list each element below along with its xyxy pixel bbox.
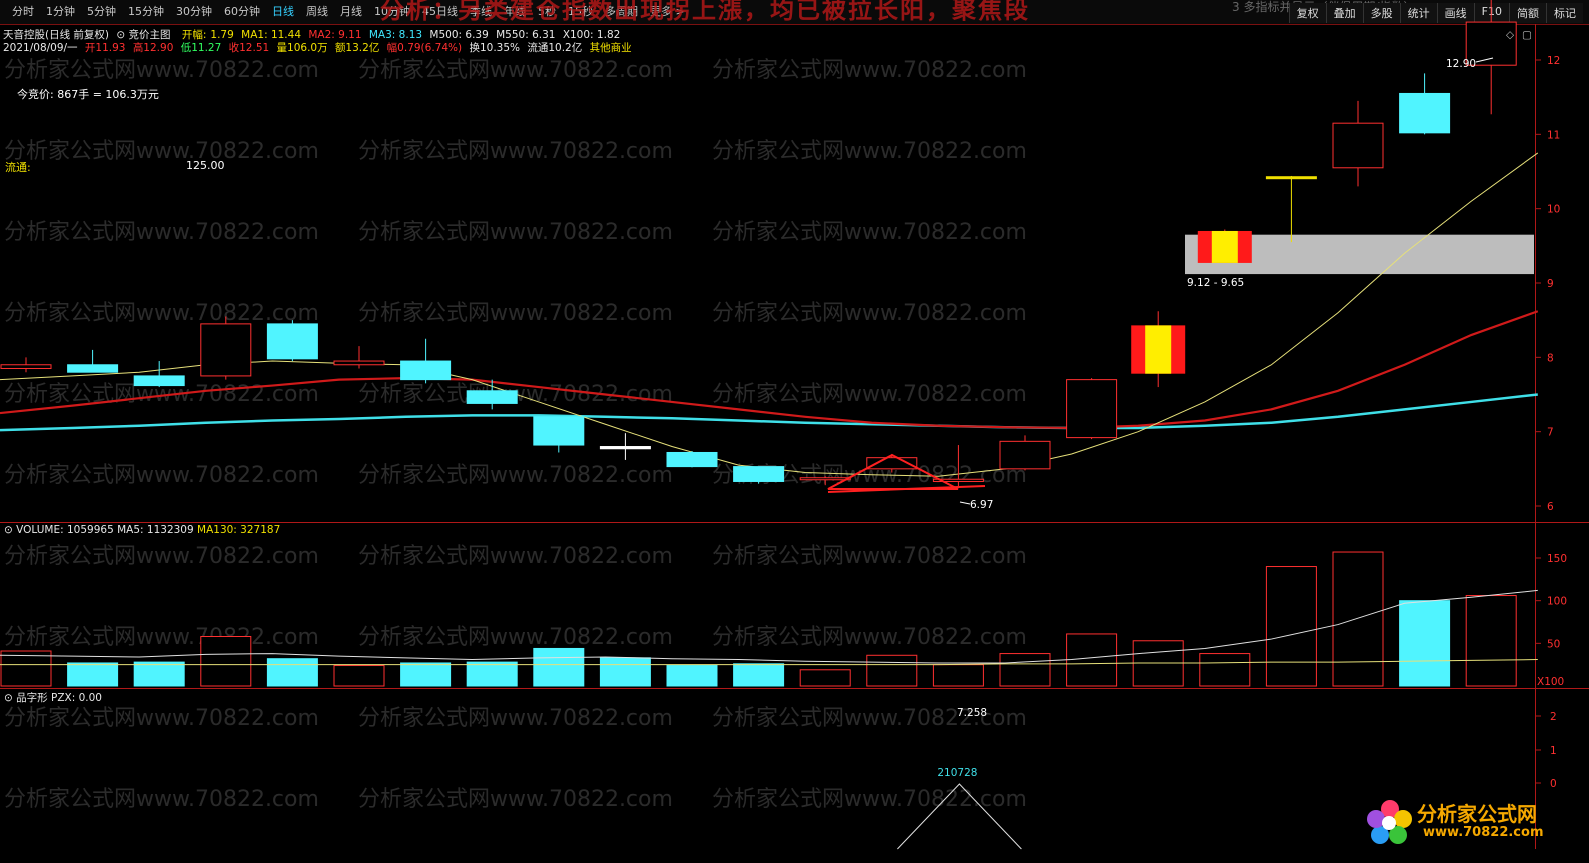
candle-body <box>67 364 119 373</box>
indicator-tick-label: 0 <box>1550 778 1557 790</box>
price-tick-label: 11 <box>1547 129 1560 141</box>
high-price-marker: 12.90 <box>1446 58 1476 70</box>
candle-body <box>599 446 651 450</box>
indicator-value-label: 7.258 <box>957 707 987 719</box>
candle-body <box>0 364 52 369</box>
candle-body <box>466 390 518 404</box>
volume-tick-label: 100 <box>1547 596 1567 608</box>
kline-chart[interactable]: 12111098769.12 - 9.6512.906.9715010050X1… <box>0 0 1589 863</box>
indicator-tick-label: 2 <box>1550 711 1557 723</box>
logo-title: 分析家公式网 <box>1417 802 1537 826</box>
volume-bar <box>333 665 385 687</box>
ma-yellow-line <box>0 152 1539 477</box>
volume-tick-label: 150 <box>1547 553 1567 565</box>
candle-body <box>533 416 585 446</box>
resistance-zone-label: 9.12 - 9.65 <box>1187 277 1244 289</box>
volume-bar <box>1332 551 1384 687</box>
price-tick-label: 9 <box>1547 278 1554 290</box>
volume-bar <box>533 647 585 687</box>
volume-bar <box>400 662 452 687</box>
candle-body <box>999 440 1051 470</box>
volume-bar <box>999 653 1051 687</box>
candle-body <box>133 375 185 387</box>
candle-body-center <box>1145 325 1172 374</box>
indicator-triangle-line <box>897 783 1022 850</box>
low-marker-arrow <box>959 501 971 505</box>
volume-bar <box>1465 595 1517 687</box>
volume-bar <box>133 661 185 687</box>
volume-bar <box>932 664 984 687</box>
low-price-marker: 6.97 <box>970 499 993 511</box>
indicator-tick-label: 1 <box>1550 745 1557 757</box>
price-tick-label: 10 <box>1547 204 1560 216</box>
price-tick-label: 8 <box>1547 352 1554 364</box>
window-icon: ▢ <box>1522 29 1532 41</box>
logo-url: www.70822.com <box>1423 825 1544 840</box>
price-tick-label: 7 <box>1547 427 1554 439</box>
volume-bar <box>733 663 785 687</box>
candle-body <box>1265 176 1317 180</box>
price-tick-label: 12 <box>1547 55 1560 67</box>
candle-body <box>666 451 718 468</box>
diamond-icon: ◇ <box>1506 29 1515 41</box>
volume-bar <box>67 662 119 687</box>
candle-body <box>333 360 385 366</box>
site-logo: 分析家公式网 www.70822.com <box>1365 795 1565 851</box>
candle-body <box>1332 122 1384 169</box>
volume-bar <box>1265 566 1317 687</box>
volume-bar <box>799 669 851 687</box>
candle-body <box>200 323 252 377</box>
volume-unit-label: X100 <box>1537 676 1564 688</box>
volume-bar <box>1066 633 1118 687</box>
volume-bar <box>666 665 718 687</box>
candle-body <box>1066 379 1118 439</box>
candle-body <box>799 477 851 481</box>
candle-body <box>266 323 318 360</box>
volume-bar <box>200 636 252 687</box>
indicator-date-label: 210728 <box>937 767 977 779</box>
price-tick-label: 6 <box>1547 501 1554 513</box>
volume-bar <box>866 654 918 687</box>
candle-body <box>400 360 452 381</box>
flower-logo-icon <box>1367 800 1412 844</box>
volume-bar <box>599 657 651 687</box>
volume-bar <box>466 661 518 687</box>
volume-bar <box>1399 600 1451 687</box>
candle-body <box>1399 92 1451 134</box>
volume-bar <box>266 658 318 687</box>
candle-body <box>733 466 785 482</box>
volume-bar <box>1199 653 1251 687</box>
candle-body-center <box>1211 230 1238 263</box>
volume-tick-label: 50 <box>1547 638 1560 650</box>
